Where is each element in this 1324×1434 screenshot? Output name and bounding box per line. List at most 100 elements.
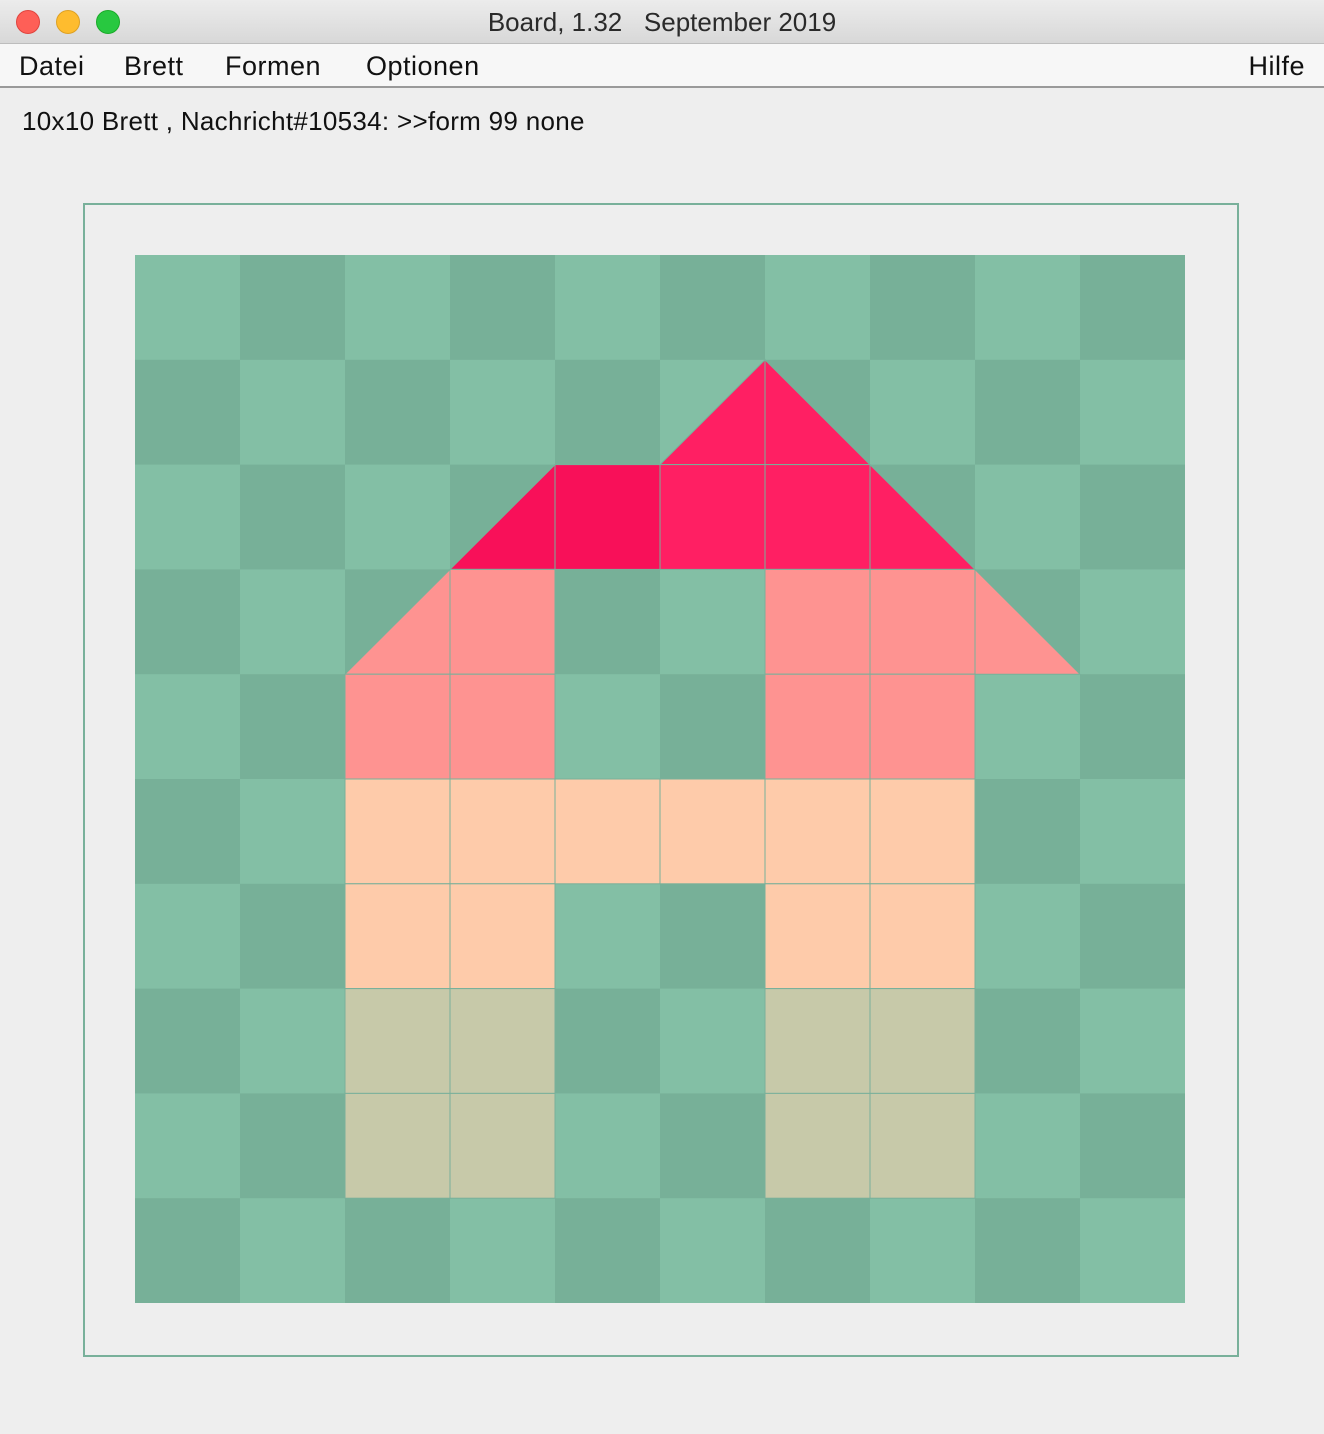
board-cell-r9-c6[interactable] <box>765 1198 871 1303</box>
menu-formen[interactable]: Formen <box>225 44 321 86</box>
shape-cell-r4-c3[interactable] <box>449 673 556 780</box>
shape-cell-r5-c7[interactable] <box>869 778 976 885</box>
menu-optionen[interactable]: Optionen <box>366 44 480 86</box>
shape-cell-r3-c7[interactable] <box>869 568 976 675</box>
board-cell-r0-c1[interactable] <box>240 255 346 361</box>
board-cell-r0-c3[interactable] <box>450 255 556 361</box>
shape-cell-r5-c6[interactable] <box>764 778 871 885</box>
shape-cell-r8-c7[interactable] <box>869 1092 976 1199</box>
board-cell-r7-c4[interactable] <box>555 988 661 1094</box>
board-cell-r4-c0[interactable] <box>135 674 241 780</box>
board-cell-r3-c4[interactable] <box>555 569 661 675</box>
shape-cell-r4-c6[interactable] <box>764 673 871 780</box>
shape-cell-r5-c5[interactable] <box>659 778 766 885</box>
shape-cell-r7-c6[interactable] <box>764 988 871 1094</box>
board-cell-r3-c0[interactable] <box>135 569 241 675</box>
board-cell-r9-c3[interactable] <box>450 1198 556 1303</box>
shape-cell-r7-c3[interactable] <box>449 988 556 1094</box>
shape-cell-r5-c3[interactable] <box>449 778 556 885</box>
shape-cell-r7-c2[interactable] <box>344 988 451 1094</box>
board-cell-r6-c8[interactable] <box>975 883 1081 990</box>
board-cell-r4-c1[interactable] <box>240 674 346 780</box>
board-cell-r0-c5[interactable] <box>660 255 766 361</box>
menu-hilfe[interactable]: Hilfe <box>1248 44 1305 86</box>
title-bar[interactable]: Board, 1.32 September 2019 <box>0 0 1324 44</box>
shape-cell-r6-c6[interactable] <box>764 883 871 990</box>
board-cell-r1-c3[interactable] <box>450 359 556 466</box>
board-cell-r0-c9[interactable] <box>1080 255 1185 361</box>
board-cell-r5-c9[interactable] <box>1080 779 1185 885</box>
board-cell-r1-c2[interactable] <box>345 359 451 466</box>
board-cell-r2-c0[interactable] <box>135 464 241 570</box>
board-cell-r0-c0[interactable] <box>135 255 241 361</box>
board-cell-r8-c1[interactable] <box>240 1093 346 1199</box>
board-cell-r4-c8[interactable] <box>975 674 1081 780</box>
board-cell-r3-c5[interactable] <box>660 569 766 675</box>
shape-cell-r5-c2[interactable] <box>344 778 451 885</box>
shape-cell-r8-c3[interactable] <box>449 1092 556 1199</box>
board-cell-r2-c9[interactable] <box>1080 464 1185 570</box>
board-cell-r1-c4[interactable] <box>555 359 661 466</box>
shape-cell-r6-c3[interactable] <box>449 883 556 990</box>
board-cell-r2-c2[interactable] <box>345 464 451 570</box>
board-cell-r5-c0[interactable] <box>135 779 241 885</box>
shape-cell-r3-c3[interactable] <box>449 568 556 675</box>
board-cell-r1-c1[interactable] <box>240 359 346 466</box>
board-cell-r4-c5[interactable] <box>660 674 766 780</box>
board-cell-r3-c9[interactable] <box>1080 569 1185 675</box>
shape-cell-r7-c7[interactable] <box>869 988 976 1094</box>
board-cell-r1-c7[interactable] <box>870 359 976 466</box>
board-cell-r8-c8[interactable] <box>975 1093 1081 1199</box>
shape-cell-r2-c6[interactable] <box>764 464 871 570</box>
board-cell-r2-c8[interactable] <box>975 464 1081 570</box>
board-cell-r8-c4[interactable] <box>555 1093 661 1199</box>
board-cell-r0-c4[interactable] <box>555 255 661 361</box>
board-cell-r9-c2[interactable] <box>345 1198 451 1303</box>
board-cell-r7-c5[interactable] <box>660 988 766 1094</box>
board-cell-r4-c9[interactable] <box>1080 674 1185 780</box>
game-board[interactable] <box>135 255 1185 1303</box>
board-cell-r9-c4[interactable] <box>555 1198 661 1303</box>
shape-cell-r8-c6[interactable] <box>764 1092 871 1199</box>
board-cell-r9-c7[interactable] <box>870 1198 976 1303</box>
board-cell-r6-c0[interactable] <box>135 883 241 990</box>
board-cell-r9-c5[interactable] <box>660 1198 766 1303</box>
shape-cell-r8-c2[interactable] <box>344 1092 451 1199</box>
board-cell-r2-c1[interactable] <box>240 464 346 570</box>
shape-cell-r6-c7[interactable] <box>869 883 976 990</box>
board-cell-r7-c0[interactable] <box>135 988 241 1094</box>
board-cell-r6-c5[interactable] <box>660 883 766 990</box>
board-cell-r9-c1[interactable] <box>240 1198 346 1303</box>
board-cell-r3-c1[interactable] <box>240 569 346 675</box>
board-cell-r1-c0[interactable] <box>135 359 241 466</box>
board-cell-r0-c8[interactable] <box>975 255 1081 361</box>
shape-cell-r4-c2[interactable] <box>344 673 451 780</box>
board-cell-r8-c0[interactable] <box>135 1093 241 1199</box>
shape-cell-r4-c7[interactable] <box>869 673 976 780</box>
board-cell-r7-c9[interactable] <box>1080 988 1185 1094</box>
board-cell-r0-c2[interactable] <box>345 255 451 361</box>
board-cell-r9-c8[interactable] <box>975 1198 1081 1303</box>
board-cell-r5-c8[interactable] <box>975 779 1081 885</box>
shape-cell-r6-c2[interactable] <box>344 883 451 990</box>
board-cell-r5-c1[interactable] <box>240 779 346 885</box>
board-cell-r8-c9[interactable] <box>1080 1093 1185 1199</box>
menu-brett[interactable]: Brett <box>124 44 184 86</box>
board-cell-r7-c1[interactable] <box>240 988 346 1094</box>
shape-cell-r2-c4[interactable] <box>554 464 661 570</box>
board-cell-r9-c9[interactable] <box>1080 1198 1185 1303</box>
board-cell-r1-c9[interactable] <box>1080 359 1185 466</box>
board-cell-r0-c6[interactable] <box>765 255 871 361</box>
board-cell-r7-c8[interactable] <box>975 988 1081 1094</box>
shape-cell-r2-c5[interactable] <box>659 464 766 570</box>
board-cell-r1-c8[interactable] <box>975 359 1081 466</box>
board-cell-r4-c4[interactable] <box>555 674 661 780</box>
menu-datei[interactable]: Datei <box>19 44 85 86</box>
board-cell-r6-c1[interactable] <box>240 883 346 990</box>
shape-cell-r3-c6[interactable] <box>764 568 871 675</box>
board-cell-r6-c4[interactable] <box>555 883 661 990</box>
shape-cell-r5-c4[interactable] <box>554 778 661 885</box>
board-cell-r6-c9[interactable] <box>1080 883 1185 990</box>
board-cell-r8-c5[interactable] <box>660 1093 766 1199</box>
board-cell-r9-c0[interactable] <box>135 1198 241 1303</box>
